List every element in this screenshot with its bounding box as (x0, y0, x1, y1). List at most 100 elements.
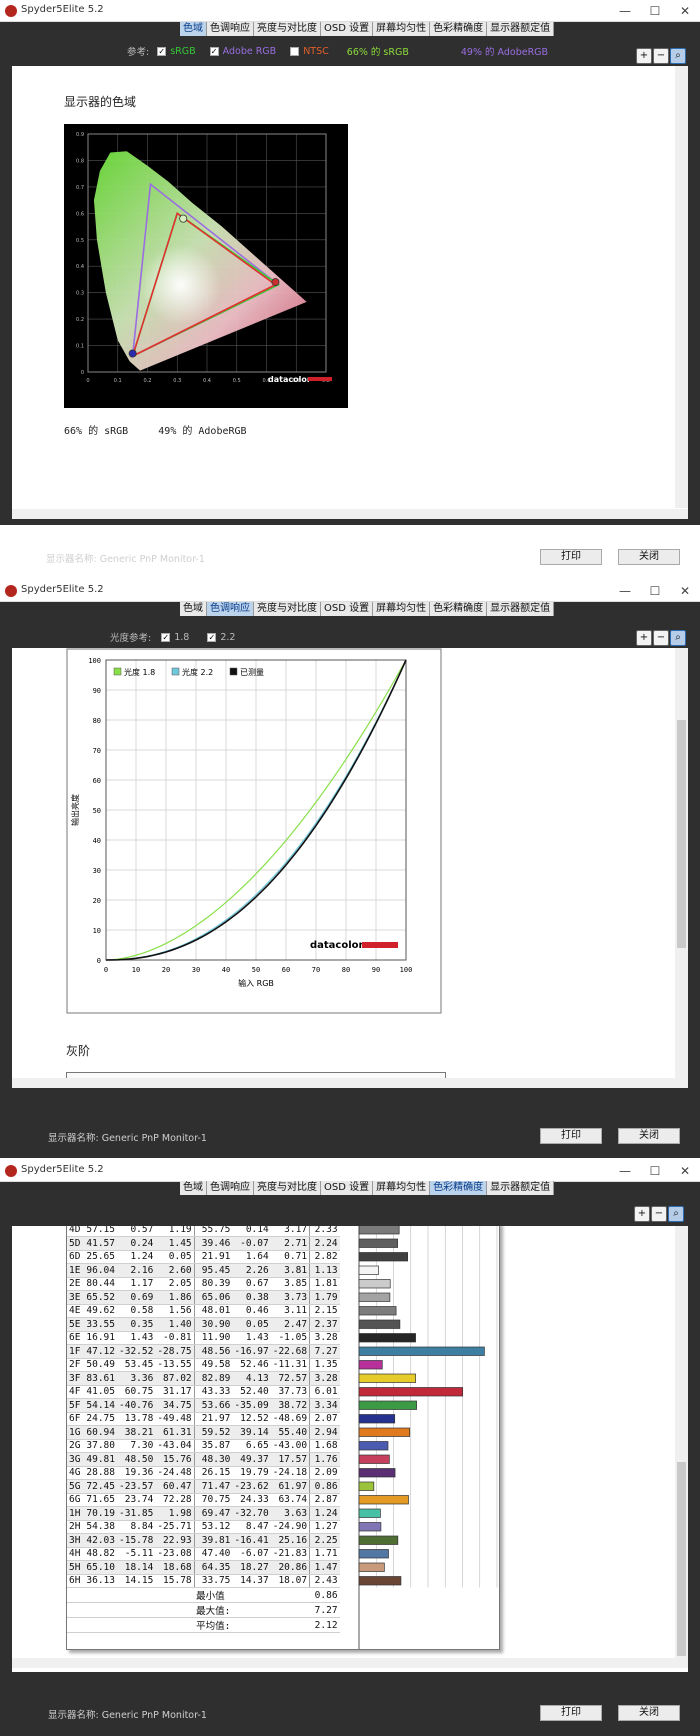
zoom-in-icon[interactable]: + (634, 1206, 650, 1222)
lab-value: 21.97 (194, 1412, 233, 1426)
lab-value: 83.61 (83, 1371, 117, 1386)
patch-id: 4H (67, 1547, 83, 1561)
lab-value: 37.80 (83, 1439, 117, 1453)
legend-label: 光度 1.8 (124, 667, 155, 677)
zoom-out-icon[interactable]: − (651, 1206, 667, 1222)
delta-e-value: 1.68 (309, 1439, 340, 1453)
scroll-thumb[interactable] (677, 1462, 686, 1656)
x-tick-label: 60 (282, 966, 290, 974)
close-icon[interactable]: ✕ (670, 1160, 700, 1182)
close-button[interactable]: 关闭 (618, 1705, 680, 1721)
patch-id: 5E (67, 1317, 83, 1332)
zoom-in-icon[interactable]: + (636, 630, 652, 646)
tab-1[interactable]: 色调响应 (207, 602, 254, 616)
minimize-icon[interactable]: — (610, 1160, 640, 1182)
lab-value: 15.78 (155, 1574, 195, 1588)
zoom-in-icon[interactable]: + (636, 48, 652, 64)
datacolor-logo-bar (308, 377, 332, 381)
tone-response-chart: 00 10 10 20 20 30 30 40 40 50 50 60 60 70 70 80 80 90 90 10… (66, 648, 442, 1014)
delta-e-value: 0.86 (309, 1479, 340, 1494)
tab-5[interactable]: 色彩精确度 (430, 1181, 488, 1195)
tab-0[interactable]: 色域 (180, 602, 207, 616)
lab-value: 8.47 (232, 1520, 271, 1534)
tab-0[interactable]: 色域 (180, 1181, 207, 1195)
close-icon[interactable]: ✕ (670, 0, 700, 22)
title-bar: Spyder5Elite 5.2 — ☐ ✕ (0, 1160, 700, 1182)
lab-value: 11.90 (194, 1331, 233, 1345)
grayscale-section-title: 灰阶 (66, 1044, 91, 1058)
tab-3[interactable]: OSD 设置 (321, 1181, 374, 1195)
close-button[interactable]: 关闭 (618, 549, 680, 565)
tab-2[interactable]: 亮度与对比度 (254, 22, 321, 36)
ntsc-checkbox[interactable] (290, 46, 300, 56)
tab-1[interactable]: 色调响应 (207, 22, 254, 36)
y-axis-label: 输出亮度 (70, 794, 80, 826)
srgb-checkbox[interactable]: ✓ (157, 46, 167, 56)
maximize-icon[interactable]: ☐ (640, 1160, 670, 1182)
tab-1[interactable]: 色调响应 (207, 1181, 254, 1195)
tab-3[interactable]: OSD 设置 (321, 22, 374, 36)
tab-0[interactable]: 色域 (180, 22, 207, 36)
tab-4[interactable]: 屏幕均匀性 (373, 22, 431, 36)
vertical-scrollbar[interactable] (675, 66, 688, 508)
stat-label: 最大值: (194, 1602, 233, 1618)
minimize-icon[interactable]: — (610, 580, 640, 602)
close-button[interactable]: 关闭 (618, 1128, 680, 1144)
patch-id: 6H (67, 1574, 83, 1588)
gamma-2-2-checkbox[interactable]: ✓ (207, 632, 217, 642)
horizontal-scrollbar[interactable] (12, 509, 688, 519)
zoom-out-icon[interactable]: − (653, 630, 669, 646)
lab-value: 55.75 (194, 1226, 233, 1237)
lab-value: 4.13 (232, 1371, 271, 1386)
adobe-rgb-checkbox[interactable]: ✓ (209, 46, 219, 56)
gamma-1-8-checkbox[interactable]: ✓ (161, 632, 171, 642)
gamut-report: 显示器的色域 00.10.20.30.40.50.60.70.800.10.20… (12, 66, 688, 519)
tab-2[interactable]: 亮度与对比度 (254, 1181, 321, 1195)
scroll-thumb[interactable] (677, 720, 686, 948)
lab-value: 16.91 (83, 1331, 117, 1345)
tab-4[interactable]: 屏幕均匀性 (373, 1181, 431, 1195)
tab-6[interactable]: 显示器额定值 (487, 1181, 555, 1195)
x-tick-label: 100 (400, 966, 413, 974)
delta-e-bar (358, 1468, 396, 1478)
lab-value: 63.74 (270, 1493, 311, 1507)
delta-e-bar (358, 1333, 416, 1343)
tab-3[interactable]: OSD 设置 (321, 602, 374, 616)
lab-value: 69.47 (194, 1506, 233, 1521)
tab-bar: 色域 色调响应 亮度与对比度 OSD 设置 屏幕均匀性 色彩精确度 显示器额定值 (180, 22, 555, 36)
minimize-icon[interactable]: — (610, 0, 640, 22)
maximize-icon[interactable]: ☐ (640, 580, 670, 602)
tab-4[interactable]: 屏幕均匀性 (373, 602, 431, 616)
horizontal-scrollbar[interactable] (12, 1078, 688, 1088)
patch-id: 5F (67, 1398, 83, 1413)
lab-value: 18.14 (117, 1560, 156, 1575)
zoom-fit-icon[interactable]: ⌕ (670, 48, 686, 64)
lab-value: -43.00 (270, 1439, 311, 1453)
tab-5[interactable]: 色彩精确度 (430, 602, 488, 616)
tab-6[interactable]: 显示器额定值 (487, 22, 555, 36)
lab-value: 31.17 (155, 1385, 195, 1399)
horizontal-scrollbar[interactable] (12, 1658, 688, 1668)
zoom-fit-icon[interactable]: ⌕ (670, 630, 686, 646)
lab-value: 18.07 (270, 1574, 311, 1588)
zoom-out-icon[interactable]: − (653, 48, 669, 64)
maximize-icon[interactable]: ☐ (640, 0, 670, 22)
zoom-fit-icon[interactable]: ⌕ (668, 1206, 684, 1222)
vertical-scrollbar[interactable] (675, 1226, 688, 1658)
delta-e-value: 3.28 (309, 1371, 340, 1386)
srgb-coverage: 66% 的 sRGB (346, 47, 409, 58)
print-button[interactable]: 打印 (540, 1705, 602, 1721)
patch-id: 3H (67, 1533, 83, 1548)
print-button[interactable]: 打印 (540, 1128, 602, 1144)
lab-value: 60.94 (83, 1425, 117, 1440)
x-tick-label: 40 (222, 966, 230, 974)
close-icon[interactable]: ✕ (670, 580, 700, 602)
vertical-scrollbar[interactable] (675, 648, 688, 1078)
tab-5[interactable]: 色彩精确度 (430, 22, 488, 36)
tab-2[interactable]: 亮度与对比度 (254, 602, 321, 616)
tab-6[interactable]: 显示器额定值 (487, 602, 555, 616)
print-button[interactable]: 打印 (540, 549, 602, 565)
lab-value: 2.60 (155, 1263, 195, 1278)
patch-id: 1H (67, 1506, 83, 1521)
lab-value: 34.75 (155, 1398, 195, 1413)
